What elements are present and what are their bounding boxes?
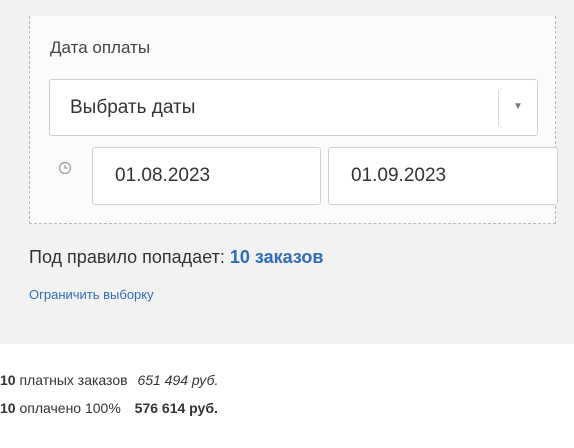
filter-label: Дата оплаты bbox=[50, 38, 151, 57]
paid-orders-row: 10 платных заказов 651 494 руб. bbox=[0, 372, 218, 388]
date-from-input[interactable] bbox=[92, 147, 321, 205]
fully-paid-label: оплачено 100% bbox=[19, 400, 121, 416]
clock-icon bbox=[58, 161, 72, 175]
limit-selection-link[interactable]: Ограничить выборку bbox=[29, 287, 154, 302]
rule-prefix: Под правило попадает: bbox=[29, 247, 225, 267]
paid-orders-sum: 651 494 руб. bbox=[137, 372, 219, 388]
chevron-down-icon[interactable]: ▼ bbox=[511, 99, 525, 115]
date-to-input[interactable] bbox=[328, 147, 558, 205]
fully-paid-sum: 576 614 руб. bbox=[134, 400, 218, 416]
fully-paid-row: 10 оплачено 100% 576 614 руб. bbox=[0, 400, 218, 416]
rule-panel: Дата оплаты Выбрать даты ▼ Под правило п… bbox=[0, 0, 574, 344]
paid-orders-label: платных заказов bbox=[19, 372, 128, 388]
fully-paid-count: 10 bbox=[0, 400, 16, 416]
date-range-select[interactable]: Выбрать даты ▼ bbox=[49, 79, 538, 136]
orders-count-link[interactable]: 10 заказов bbox=[230, 247, 324, 267]
rule-summary: Под правило попадает: 10 заказов bbox=[29, 247, 323, 268]
paid-orders-count: 10 bbox=[0, 372, 16, 388]
select-divider bbox=[498, 90, 499, 126]
select-value: Выбрать даты bbox=[70, 97, 196, 118]
